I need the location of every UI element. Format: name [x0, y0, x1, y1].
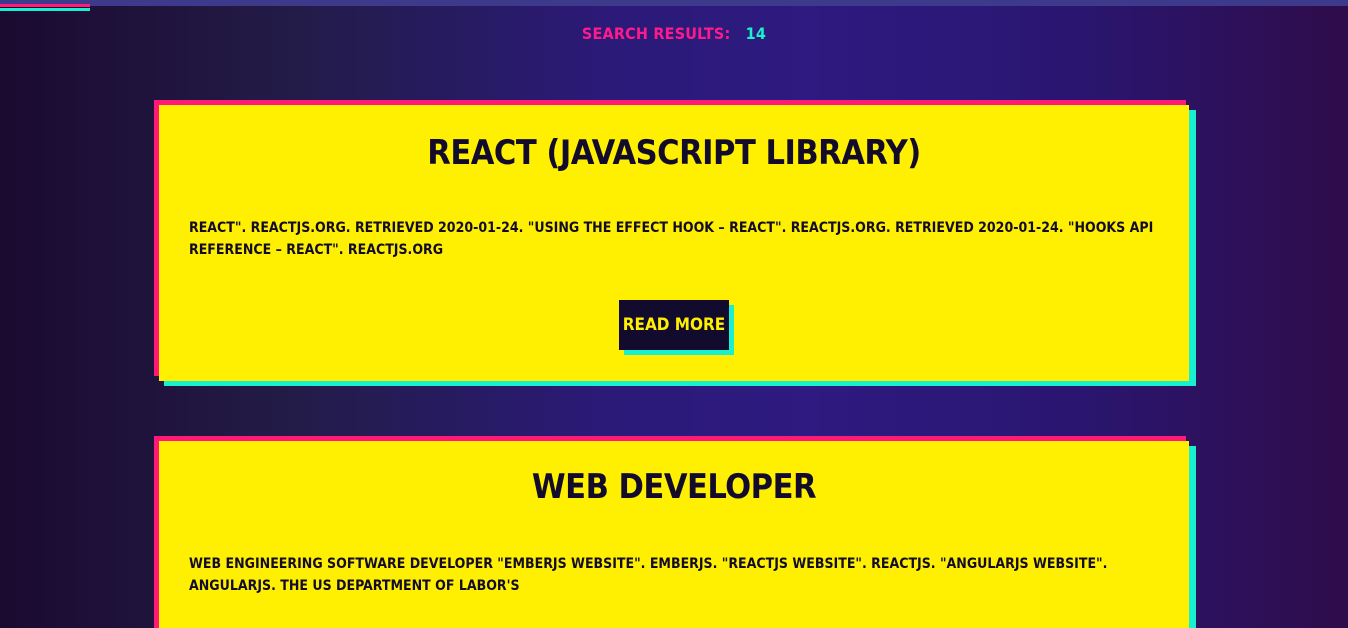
- result-card-body: Web developer Web engineering Software d…: [159, 441, 1189, 628]
- result-snippet: React". reactjs.org. Retrieved 2020-01-2…: [189, 220, 1154, 258]
- read-more-button-wrap: Read More: [619, 300, 734, 356]
- result-snippet: Web engineering Software developer "Embe…: [189, 556, 1108, 594]
- search-results-count: 14: [745, 24, 767, 43]
- result-title: React (JavaScript library): [427, 133, 921, 173]
- search-results-summary: Search Results: 14: [0, 24, 1348, 43]
- result-card: React (JavaScript library) React". react…: [154, 100, 1196, 388]
- result-card: Web developer Web engineering Software d…: [154, 436, 1196, 628]
- search-results-label: Search Results:: [581, 24, 731, 43]
- result-card-body: React (JavaScript library) React". react…: [159, 105, 1189, 381]
- read-more-button[interactable]: Read More: [619, 300, 729, 350]
- accent-stripe-pink: [0, 4, 90, 7]
- accent-stripe-cyan: [0, 8, 90, 11]
- result-title: Web developer: [531, 467, 817, 507]
- top-bar: [0, 0, 1348, 6]
- top-bar-accent: [0, 0, 90, 12]
